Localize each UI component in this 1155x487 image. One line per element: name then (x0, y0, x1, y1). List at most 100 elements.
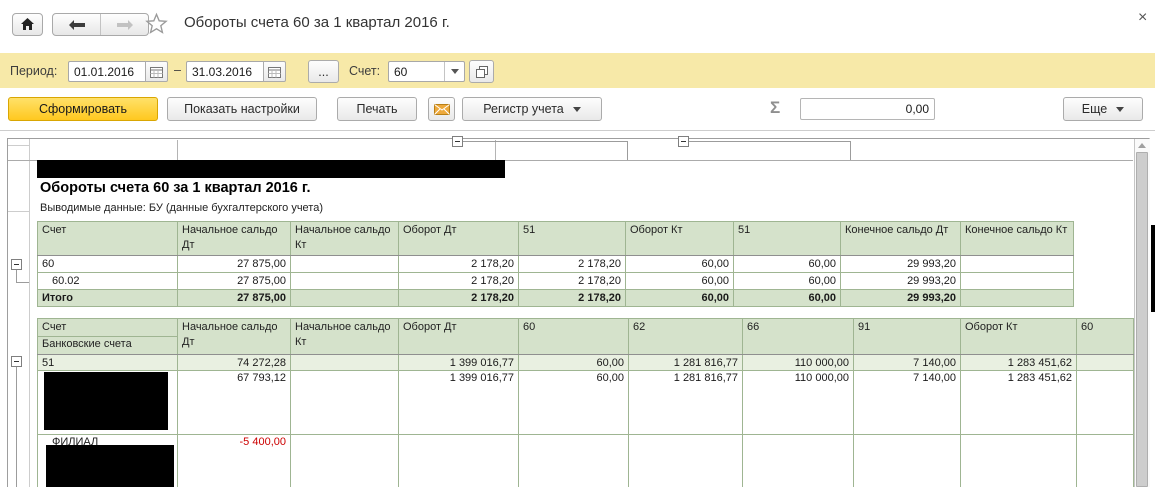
value-cell: 110 000,00 (743, 355, 854, 371)
date-from-calendar-button[interactable] (145, 61, 168, 82)
collapse-row-group-button[interactable] (11, 259, 22, 270)
value-cell (399, 435, 519, 487)
back-button[interactable] (53, 14, 101, 35)
row-group-bracket (16, 270, 17, 282)
open-account-button[interactable] (469, 60, 494, 83)
header-cell: 51 (519, 222, 626, 256)
value-cell (291, 371, 399, 435)
table-row: 67 793,12 1 399 016,77 60,00 1 281 816,7… (38, 371, 1134, 435)
value-cell: 1 283 451,62 (961, 355, 1077, 371)
show-settings-button[interactable]: Показать настройки (167, 97, 317, 121)
value-cell: 2 178,20 (519, 256, 626, 273)
value-cell: 29 993,20 (841, 290, 961, 307)
header-cell: Оборот Дт (399, 319, 519, 355)
value-cell (291, 290, 399, 307)
value-cell: 1 399 016,77 (399, 371, 519, 435)
calendar-icon (150, 66, 163, 78)
collapse-column-group-button[interactable] (678, 136, 689, 147)
forward-button[interactable] (101, 14, 148, 35)
account-cell: 51 (38, 355, 178, 371)
sum-field[interactable]: 0,00 (800, 98, 935, 120)
collapse-row-group-button[interactable] (11, 356, 22, 367)
period-label: Период: (10, 64, 57, 78)
sheet-column-line (495, 140, 496, 160)
more-button-label: Еще (1082, 102, 1107, 116)
value-cell: 27 875,00 (178, 290, 291, 307)
close-button[interactable]: × (1138, 9, 1147, 27)
favorite-star-icon[interactable] (145, 12, 168, 40)
total-label-cell: Итого (38, 290, 178, 307)
header-cell: Конечное сальдо Дт (841, 222, 961, 256)
send-email-button[interactable] (428, 97, 455, 121)
table-header-row: Счет Начальное сальдо Дт Начальное сальд… (38, 222, 1074, 256)
total-row: Итого 27 875,00 2 178,20 2 178,20 60,00 … (38, 290, 1074, 307)
header-cell: Начальное сальдо Дт (178, 319, 291, 355)
choose-period-button[interactable]: ... (308, 60, 339, 83)
sheet-column-line (177, 140, 178, 160)
print-button[interactable]: Печать (337, 97, 417, 121)
column-group-bracket (627, 141, 628, 160)
value-cell: 1 399 016,77 (399, 355, 519, 371)
forward-icon (117, 20, 133, 30)
value-cell: 2 178,20 (519, 290, 626, 307)
value-cell (961, 256, 1074, 273)
chevron-down-icon (451, 69, 459, 74)
header-cell: Начальное сальдо Дт (178, 222, 291, 256)
subaccount-cell: 60.02 (38, 273, 178, 290)
register-button-label: Регистр учета (483, 102, 564, 116)
column-group-bracket (850, 141, 851, 160)
value-cell: 60,00 (734, 256, 841, 273)
header-account-type-label: Банковские счета (42, 337, 173, 352)
date-to-input[interactable]: 31.03.2016 (186, 61, 264, 82)
generate-button[interactable]: Сформировать (8, 97, 158, 121)
value-cell (291, 355, 399, 371)
row-header-gutter-line (29, 139, 30, 487)
history-button-group (52, 13, 149, 36)
header-cell: Счет (38, 222, 178, 256)
home-button[interactable] (12, 13, 43, 36)
collapse-column-group-button[interactable] (452, 136, 463, 147)
table-header-row: Счет Банковские счета Начальное сальдо Д… (38, 319, 1134, 355)
row-group-bracket (16, 282, 29, 283)
scroll-up-arrow-icon[interactable] (1138, 143, 1146, 148)
chevron-down-icon (1116, 107, 1124, 112)
redaction-bank-name (44, 372, 168, 430)
register-button[interactable]: Регистр учета (462, 97, 602, 121)
header-cell: Оборот Кт (961, 319, 1077, 355)
scrollbar-thumb[interactable] (1136, 152, 1148, 487)
panel-border-left (7, 138, 8, 487)
value-cell: 29 993,20 (841, 273, 961, 290)
more-button[interactable]: Еще (1063, 97, 1143, 121)
value-cell: 67 793,12 (178, 371, 291, 435)
negative-value-cell: -5 400,00 (178, 435, 291, 487)
value-cell (291, 256, 399, 273)
date-to-calendar-button[interactable] (263, 61, 286, 82)
value-cell: 1 281 816,77 (629, 355, 743, 371)
value-cell (854, 435, 961, 487)
account-combo[interactable]: 60 (388, 61, 465, 82)
report-title: Обороты счета 60 за 1 квартал 2016 г. (40, 180, 311, 196)
value-cell (961, 435, 1077, 487)
header-cell: Начальное сальдо Кт (291, 222, 399, 256)
value-cell: 27 875,00 (178, 273, 291, 290)
back-icon (69, 20, 85, 30)
table-row: 60 27 875,00 2 178,20 2 178,20 60,00 60,… (38, 256, 1074, 273)
account-value: 60 (389, 65, 444, 79)
gutter-row-line (8, 145, 29, 146)
value-cell: 1 283 451,62 (961, 371, 1077, 435)
value-cell (291, 273, 399, 290)
value-cell (629, 435, 743, 487)
chevron-down-icon (573, 107, 581, 112)
value-cell: 2 178,20 (399, 290, 519, 307)
report-window: Обороты счета 60 за 1 квартал 2016 г. × … (0, 0, 1155, 487)
value-cell: 60,00 (734, 290, 841, 307)
value-cell (1077, 371, 1134, 435)
header-cell: 91 (854, 319, 961, 355)
value-cell (1077, 355, 1134, 371)
table-row: ФИЛИАЛ -5 400,00 (38, 435, 1134, 487)
date-from-input[interactable]: 01.01.2016 (68, 61, 146, 82)
report-subtitle: Выводимые данные: БУ (данные бухгалтерск… (40, 202, 323, 214)
value-cell (291, 435, 399, 487)
column-group-bracket (463, 141, 627, 142)
account-dropdown-button[interactable] (444, 62, 464, 81)
